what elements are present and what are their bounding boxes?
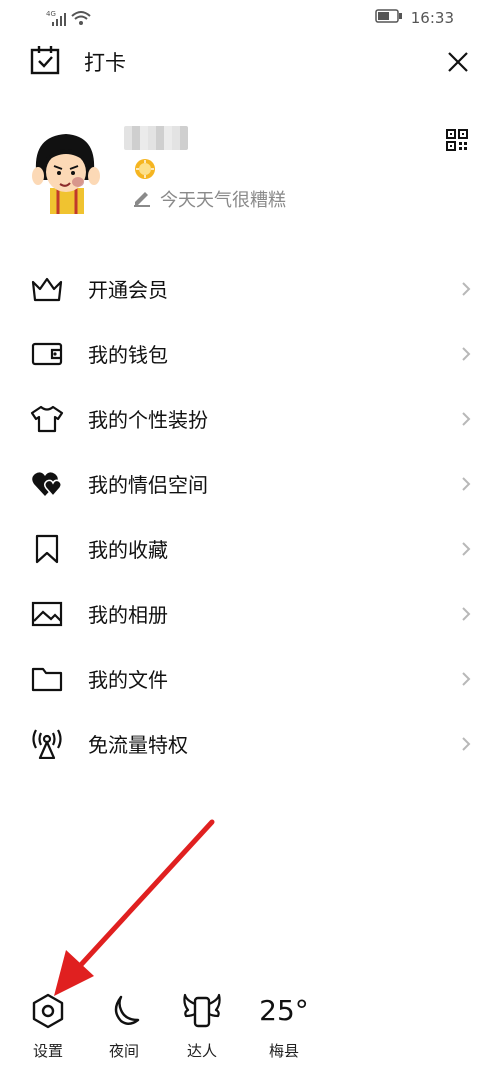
chevron-right-icon [460,411,472,427]
settings-label: 设置 [32,1042,63,1060]
chevron-right-icon [460,606,472,622]
menu-item-favorites[interactable]: 我的收藏 [0,516,500,581]
weather-widget[interactable]: 25° 梅县 [254,990,314,1061]
menu-item-album[interactable]: 我的相册 [0,581,500,646]
night-mode-button[interactable]: 夜间 [94,990,154,1061]
folder-icon [30,662,64,696]
header: 打卡 [0,40,500,84]
menu-item-couple-space[interactable]: 我的情侣空间 [0,451,500,516]
chevron-right-icon [460,736,472,752]
menu-item-wallet[interactable]: 我的钱包 [0,321,500,386]
signature-text: 今天天气很糟糕 [160,190,286,211]
expert-label: 达人 [186,1042,217,1060]
status-time: 16:33 [410,9,454,27]
chevron-right-icon [460,281,472,297]
tshirt-icon [30,402,64,436]
qr-code-icon [446,129,468,155]
close-button[interactable] [444,48,472,76]
chevron-right-icon [460,476,472,492]
chevron-right-icon [460,671,472,687]
menu-item-label: 我的情侣空间 [88,473,208,497]
bookmark-icon [30,532,64,566]
menu-item-label: 免流量特权 [88,733,188,757]
night-label: 夜间 [108,1042,139,1060]
chevron-right-icon [460,541,472,557]
city-label: 梅县 [268,1042,299,1060]
bottom-bar: 设置 夜间 达人 25° 梅县 [0,990,500,1080]
nickname-blurred [124,126,188,150]
profile-section: 今天天气很糟糕 [0,118,500,228]
signal-tower-icon [30,727,64,761]
signal-icon: 4G [46,8,98,32]
menu-item-label: 我的收藏 [88,538,168,562]
calendar-check-icon [30,45,60,79]
settings-button[interactable]: 设置 [18,990,78,1061]
photo-icon [30,597,64,631]
close-icon [444,52,472,80]
menu-item-label: 我的相册 [88,603,168,627]
status-bar: 4G 16:33 [0,0,500,38]
checkin-button[interactable]: 打卡 [30,45,126,79]
menu-item-label: 我的钱包 [88,343,168,367]
settings-hexagon-icon [28,990,68,1032]
chevron-right-icon [460,346,472,362]
svg-text:4G: 4G [46,10,56,18]
expert-button[interactable]: 达人 [172,990,232,1061]
hearts-icon [30,467,64,501]
crown-icon [30,272,64,306]
menu-item-vip[interactable]: 开通会员 [0,256,500,321]
signature[interactable]: 今天天气很糟糕 [132,186,286,212]
menu-item-files[interactable]: 我的文件 [0,646,500,711]
temperature: 25° [259,994,309,1027]
wallet-icon [30,337,64,371]
winged-badge-icon [182,990,222,1032]
checkin-label: 打卡 [84,51,126,75]
menu-item-label: 我的文件 [88,668,168,692]
sun-badge-icon[interactable] [134,158,156,180]
battery-icon [375,9,403,27]
pencil-icon [132,187,152,211]
menu-item-label: 我的个性装扮 [88,408,208,432]
menu-item-dressup[interactable]: 我的个性装扮 [0,386,500,451]
menu-list: 开通会员 我的钱包 我的个性装扮 我的情侣空间 我的收藏 我的相册 我的文件 免… [0,256,500,776]
qr-code-button[interactable] [446,129,468,151]
menu-item-data-free[interactable]: 免流量特权 [0,711,500,776]
avatar[interactable] [30,128,100,214]
menu-item-label: 开通会员 [88,278,168,302]
moon-icon [104,990,144,1032]
